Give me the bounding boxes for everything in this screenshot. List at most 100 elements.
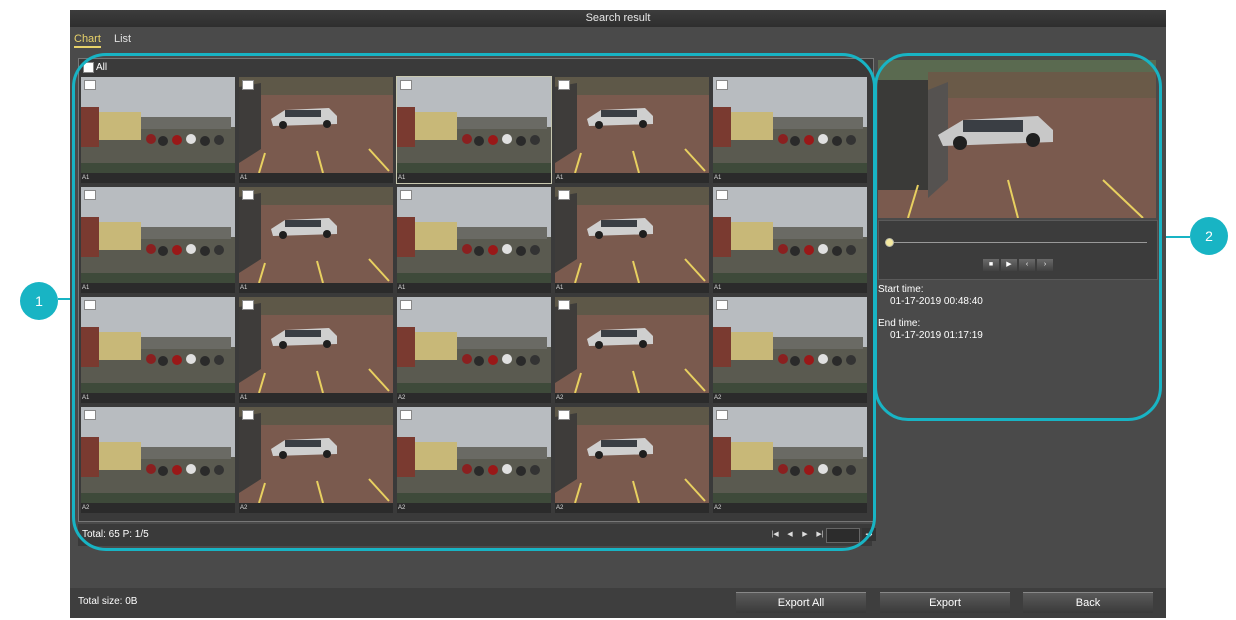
thumbnail-checkbox[interactable] — [400, 80, 412, 90]
thumbnail-image — [81, 77, 235, 173]
stop-icon[interactable]: ■ — [983, 259, 999, 271]
thumbnail-checkbox[interactable] — [716, 80, 728, 90]
thumbnail-checkbox[interactable] — [716, 410, 728, 420]
thumbnail[interactable]: A1 — [396, 76, 552, 184]
thumbnail-camera-label: A1 — [398, 175, 406, 181]
thumbnail[interactable]: A2 — [397, 297, 551, 403]
thumbnail-camera-label: A1 — [556, 285, 564, 291]
thumbnail[interactable]: A2 — [397, 407, 551, 513]
next-page-icon[interactable]: ▶ — [798, 528, 812, 541]
thumbnail-image — [713, 77, 867, 173]
view-tabs: Chart List — [70, 27, 1166, 57]
thumbnail-checkbox[interactable] — [242, 410, 254, 420]
thumbnail[interactable]: A1 — [239, 77, 393, 183]
thumbnail[interactable]: A1 — [713, 77, 867, 183]
thumbnail[interactable]: A1 — [81, 187, 235, 293]
window-title: Search result — [70, 10, 1166, 27]
thumbnail-camera-label: A1 — [240, 175, 248, 181]
thumbnail-camera-label: A2 — [398, 395, 406, 401]
thumbnail-image — [397, 77, 551, 173]
last-page-icon[interactable]: ▶| — [813, 528, 827, 541]
callout-1-badge: 1 — [20, 282, 58, 320]
thumbnail[interactable]: A1 — [555, 187, 709, 293]
thumbnail-grid-panel: All A1 A1 A1 A1 A1 A1 A1 A1 A1 A1 A1 A1 A2 A2 A2 A2 A2 A2… — [78, 58, 874, 522]
thumbnail-checkbox[interactable] — [400, 300, 412, 310]
select-all-checkbox[interactable] — [83, 62, 94, 73]
thumbnail[interactable]: A2 — [713, 297, 867, 403]
thumbnail[interactable]: A1 — [713, 187, 867, 293]
thumbnail-camera-label: A2 — [556, 505, 564, 511]
thumbnail[interactable]: A1 — [81, 77, 235, 183]
prev-page-icon[interactable]: ◀ — [783, 528, 797, 541]
thumbnail-checkbox[interactable] — [716, 190, 728, 200]
total-pages-text: Total: 65 P: 1/5 — [82, 529, 149, 540]
thumbnail-image — [397, 297, 551, 393]
thumbnail-camera-label: A2 — [556, 395, 564, 401]
thumbnail[interactable]: A2 — [713, 407, 867, 513]
thumbnail[interactable]: A1 — [239, 297, 393, 403]
select-all[interactable]: All — [83, 62, 107, 73]
end-time-label: End time: — [878, 318, 921, 329]
thumbnail[interactable]: A1 — [555, 77, 709, 183]
first-page-icon[interactable]: |◀ — [768, 528, 782, 541]
go-page-icon[interactable]: ➜ — [862, 528, 876, 541]
thumbnail-image — [239, 297, 393, 393]
thumbnail-image — [397, 407, 551, 503]
thumbnail-checkbox[interactable] — [558, 80, 570, 90]
tab-list[interactable]: List — [114, 33, 131, 45]
thumbnail-checkbox[interactable] — [400, 410, 412, 420]
bottom-bar: Total size: 0B Export All Export Back — [70, 588, 1166, 618]
forward-icon[interactable]: › — [1037, 259, 1053, 271]
rewind-icon[interactable]: ‹ — [1019, 259, 1035, 271]
thumbnail-image — [239, 77, 393, 173]
thumbnail-checkbox[interactable] — [242, 80, 254, 90]
grid-footer: Total: 65 P: 1/5 |◀ ◀ ▶ ▶| ➜ — [78, 524, 876, 546]
page-number-input[interactable] — [826, 528, 860, 543]
thumbnail-checkbox[interactable] — [558, 410, 570, 420]
thumbnail[interactable]: A2 — [239, 407, 393, 513]
thumbnail-checkbox[interactable] — [242, 300, 254, 310]
thumbnail[interactable]: A1 — [397, 187, 551, 293]
thumbnail-image — [555, 187, 709, 283]
thumbnail-image — [81, 407, 235, 503]
export-button[interactable]: Export — [880, 592, 1010, 613]
thumbnail[interactable]: A2 — [81, 407, 235, 513]
thumbnail-image — [397, 187, 551, 283]
select-all-label: All — [96, 62, 108, 73]
callout-2-badge: 2 — [1190, 217, 1228, 255]
thumbnail-camera-label: A2 — [398, 505, 406, 511]
thumbnail-checkbox[interactable] — [716, 300, 728, 310]
timeline-track[interactable] — [889, 242, 1147, 243]
thumbnail-camera-label: A1 — [240, 285, 248, 291]
thumbnail[interactable]: A1 — [81, 297, 235, 403]
thumbnail-camera-label: A2 — [82, 505, 90, 511]
thumbnail-checkbox[interactable] — [84, 80, 96, 90]
thumbnail-checkbox[interactable] — [84, 190, 96, 200]
thumbnail-camera-label: A2 — [714, 505, 722, 511]
thumbnail[interactable]: A2 — [555, 297, 709, 403]
thumbnail-checkbox[interactable] — [84, 300, 96, 310]
timeline-knob[interactable] — [885, 238, 894, 247]
thumbnail-checkbox[interactable] — [558, 300, 570, 310]
tab-chart[interactable]: Chart — [74, 33, 101, 48]
thumbnail-checkbox[interactable] — [558, 190, 570, 200]
page-nav: |◀ ◀ ▶ ▶| — [768, 528, 827, 541]
thumbnail-checkbox[interactable] — [242, 190, 254, 200]
thumbnail-camera-label: A1 — [82, 285, 90, 291]
time-info: Start time: 01-17-2019 00:48:40 End time… — [878, 284, 983, 342]
thumbnail-checkbox[interactable] — [84, 410, 96, 420]
thumbnail-image — [81, 187, 235, 283]
thumbnail-image — [81, 297, 235, 393]
thumbnail-checkbox[interactable] — [400, 190, 412, 200]
export-all-button[interactable]: Export All — [736, 592, 866, 613]
thumbnail-image — [239, 187, 393, 283]
thumbnail-image — [555, 297, 709, 393]
total-size-text: Total size: 0B — [78, 596, 138, 607]
thumbnail-image — [713, 407, 867, 503]
play-icon[interactable]: ▶ — [1001, 259, 1017, 271]
back-button[interactable]: Back — [1023, 592, 1153, 613]
thumbnail[interactable]: A2 — [555, 407, 709, 513]
start-time-value: 01-17-2019 00:48:40 — [890, 296, 983, 307]
thumbnail[interactable]: A1 — [239, 187, 393, 293]
preview-image — [878, 60, 1156, 218]
